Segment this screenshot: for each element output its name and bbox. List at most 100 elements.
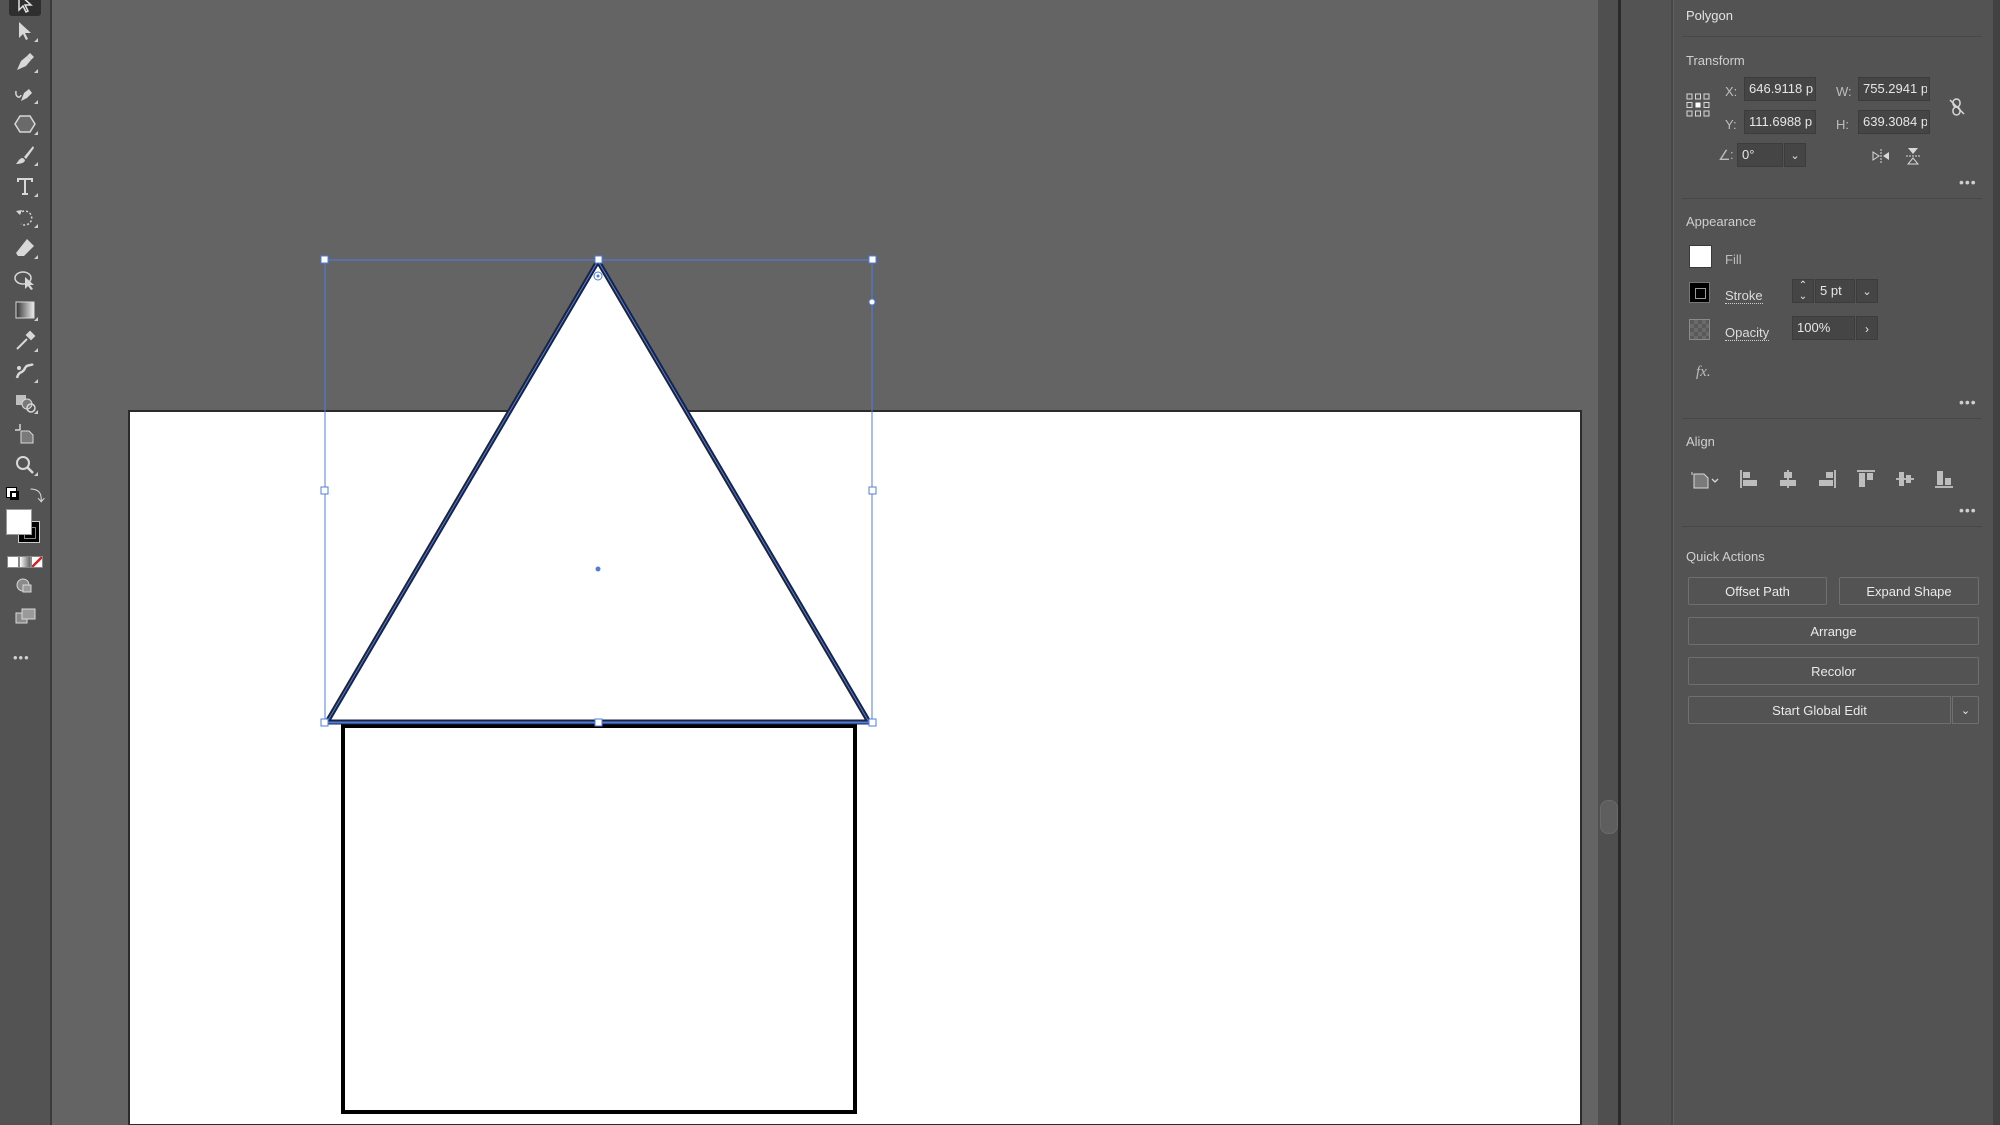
- opacity-swatch[interactable]: [1689, 319, 1710, 340]
- shape-builder-tool[interactable]: [9, 390, 41, 416]
- handle-top-left[interactable]: [320, 255, 329, 264]
- screen-mode-icon: [15, 608, 36, 624]
- align-vertical-center-icon: [1896, 472, 1914, 486]
- width-field[interactable]: [1858, 77, 1930, 101]
- align-to-dropdown[interactable]: [1689, 468, 1723, 492]
- divider: [1682, 526, 1982, 527]
- corner-widget-dot: [596, 274, 600, 278]
- eraser-tool[interactable]: [9, 235, 41, 261]
- reference-point-icon: [1686, 93, 1710, 117]
- draw-mode-button[interactable]: [9, 573, 41, 599]
- type-tool[interactable]: [9, 173, 41, 199]
- height-label: H:: [1836, 117, 1849, 132]
- default-fill-stroke-icon[interactable]: [6, 487, 20, 501]
- angle-icon: ∠: [1718, 147, 1731, 163]
- y-label: Y:: [1725, 117, 1737, 132]
- color-mode-color-icon[interactable]: [7, 556, 19, 568]
- stroke-weight-dropdown[interactable]: ⌄: [1856, 279, 1878, 303]
- vertical-scrollbar[interactable]: [1598, 0, 1618, 1125]
- flip-horizontal-button[interactable]: [1870, 146, 1892, 166]
- align-horizontal-center-button[interactable]: [1775, 466, 1801, 492]
- flip-vertical-button[interactable]: [1902, 146, 1924, 166]
- handle-middle-left[interactable]: [320, 486, 329, 495]
- transform-heading: Transform: [1686, 53, 1745, 68]
- eyedropper-tool[interactable]: [9, 328, 41, 354]
- color-mode-gradient-icon[interactable]: [19, 556, 31, 568]
- width-label: W:: [1836, 84, 1852, 99]
- appearance-heading: Appearance: [1686, 214, 1757, 229]
- stroke-panel-link[interactable]: Stroke: [1725, 288, 1763, 304]
- polygon-tool[interactable]: [9, 111, 41, 137]
- appearance-more-options-button[interactable]: •••: [1959, 394, 1977, 410]
- handle-top-right[interactable]: [868, 255, 877, 264]
- polygon-sides-widget[interactable]: [868, 298, 876, 306]
- flip-horizontal-icon: [1872, 149, 1889, 163]
- align-bottom-button[interactable]: [1931, 466, 1957, 492]
- unlinked-chain-icon: [1949, 98, 1965, 116]
- align-vertical-center-button[interactable]: [1892, 466, 1918, 492]
- canvas-drawing: [128, 255, 1582, 1125]
- fill-swatch[interactable]: [1689, 245, 1712, 268]
- reference-point-button[interactable]: [1685, 92, 1711, 118]
- handle-top-center[interactable]: [594, 255, 603, 264]
- selection-type-title: Polygon: [1686, 8, 1733, 23]
- zoom-tool[interactable]: [9, 452, 41, 478]
- start-global-edit-button[interactable]: Start Global Edit: [1688, 696, 1951, 724]
- stroke-swatch[interactable]: [1689, 282, 1710, 303]
- fill-color-swatch[interactable]: [6, 509, 32, 535]
- selection-tool[interactable]: [9, 0, 41, 16]
- curvature-tool[interactable]: [9, 80, 41, 106]
- stroke-weight-stepper[interactable]: ⌃ ⌄: [1792, 279, 1814, 303]
- handle-bottom-center[interactable]: [594, 718, 603, 727]
- opacity-field[interactable]: [1792, 316, 1855, 340]
- recolor-button[interactable]: Recolor: [1688, 657, 1979, 685]
- offset-path-button[interactable]: Offset Path: [1688, 577, 1827, 605]
- stroke-weight-field[interactable]: [1815, 279, 1855, 303]
- align-heading: Align: [1686, 434, 1715, 449]
- pen-tool[interactable]: [9, 49, 41, 75]
- align-right-button[interactable]: [1814, 466, 1840, 492]
- quick-actions-heading: Quick Actions: [1686, 549, 1765, 564]
- puppet-warp-tool[interactable]: [9, 266, 41, 292]
- y-position-field[interactable]: [1744, 110, 1816, 134]
- gradient-tool[interactable]: [9, 297, 41, 323]
- tools-toolbar: ⤵ •••: [0, 0, 52, 1125]
- height-field[interactable]: [1858, 110, 1930, 134]
- align-left-button[interactable]: [1736, 466, 1762, 492]
- puppet-warp-icon: [14, 271, 34, 290]
- document-canvas[interactable]: [52, 0, 1598, 1125]
- align-more-options-button[interactable]: •••: [1959, 502, 1977, 518]
- scrollbar-thumb[interactable]: [1600, 800, 1618, 834]
- edit-toolbar-button[interactable]: •••: [13, 650, 30, 665]
- rectangle-shape[interactable]: [341, 724, 857, 1114]
- align-horizontal-center-icon: [1780, 470, 1796, 488]
- align-top-button[interactable]: [1853, 466, 1879, 492]
- flip-vertical-icon: [1906, 148, 1920, 165]
- blend-tool[interactable]: [9, 359, 41, 385]
- opacity-panel-link[interactable]: Opacity: [1725, 325, 1770, 341]
- transform-more-options-button[interactable]: •••: [1959, 174, 1977, 190]
- angle-dropdown-button[interactable]: ⌄: [1784, 143, 1806, 167]
- constrain-proportions-button[interactable]: [1946, 96, 1968, 118]
- arrange-button[interactable]: Arrange: [1688, 617, 1979, 645]
- artboard-tool[interactable]: [9, 421, 41, 447]
- add-effect-button[interactable]: fx.: [1696, 364, 1711, 381]
- color-mode-none-icon[interactable]: [31, 556, 43, 568]
- angle-label: :: [1730, 147, 1734, 162]
- handle-middle-right[interactable]: [868, 486, 877, 495]
- swap-fill-stroke-icon[interactable]: ⤵: [30, 485, 45, 506]
- paintbrush-tool[interactable]: [9, 142, 41, 168]
- direct-selection-tool[interactable]: [9, 18, 41, 44]
- global-edit-options-dropdown[interactable]: ⌄: [1952, 696, 1979, 724]
- screen-mode-button[interactable]: [9, 604, 41, 630]
- rotation-angle-field[interactable]: [1737, 143, 1783, 167]
- handle-bottom-right[interactable]: [868, 718, 877, 727]
- artboard-icon: [15, 424, 34, 444]
- expand-shape-button[interactable]: Expand Shape: [1839, 577, 1979, 605]
- selection-arrow-icon: [18, 0, 33, 14]
- rotate-tool[interactable]: [9, 204, 41, 230]
- handle-bottom-left[interactable]: [320, 718, 329, 727]
- x-position-field[interactable]: [1744, 77, 1816, 101]
- opacity-slider-button[interactable]: ›: [1856, 316, 1878, 340]
- align-bottom-icon: [1935, 471, 1953, 488]
